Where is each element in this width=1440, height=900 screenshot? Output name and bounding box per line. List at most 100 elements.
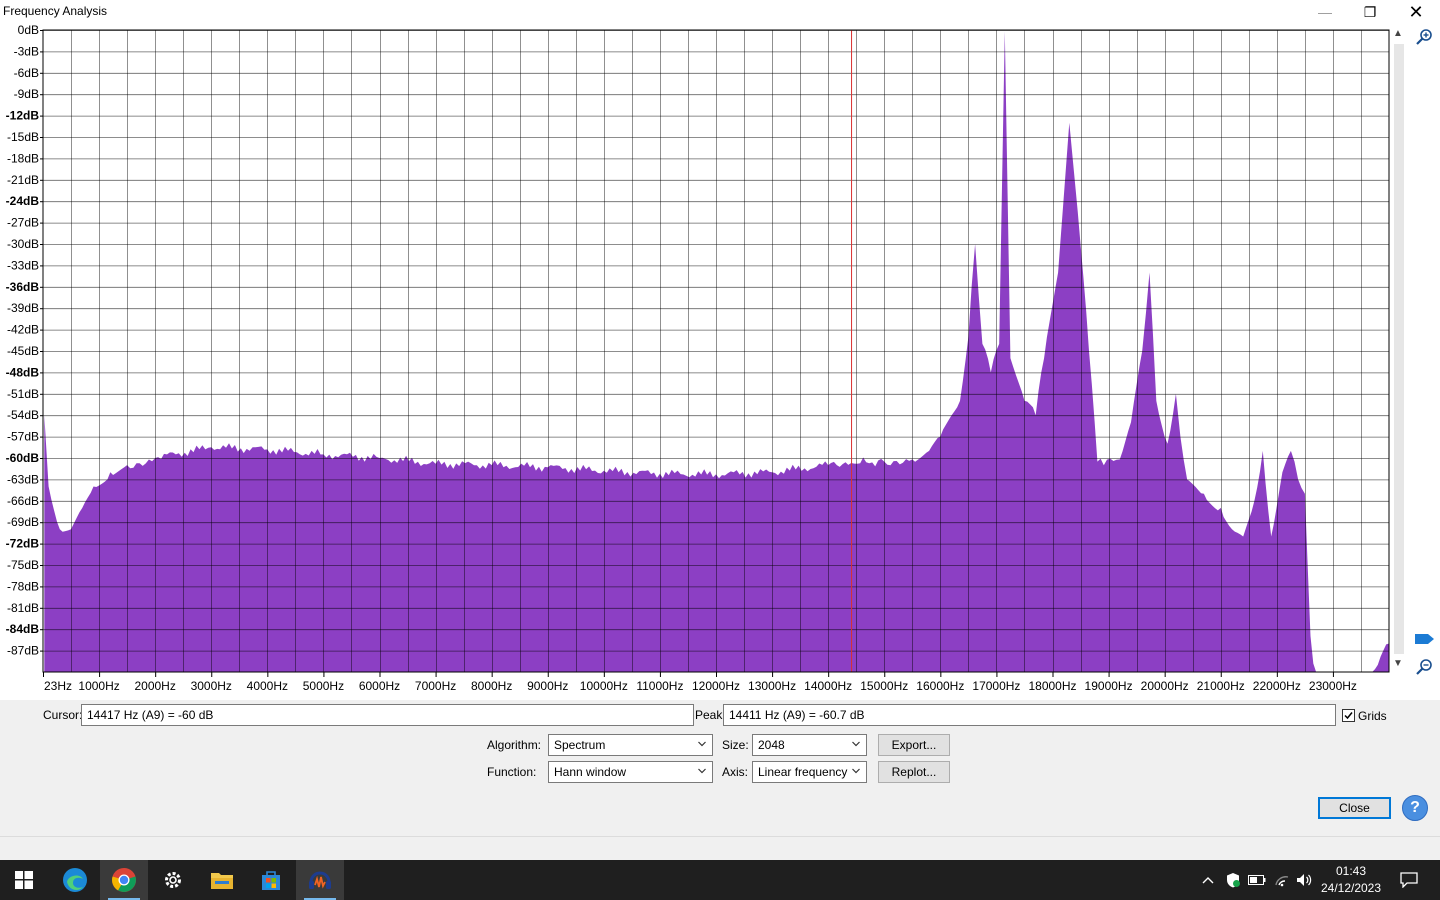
x-tick-label: 21000Hz bbox=[1197, 679, 1245, 693]
battery-tray-button[interactable] bbox=[1246, 860, 1268, 900]
file-explorer-icon bbox=[211, 873, 233, 889]
grids-checkbox[interactable] bbox=[1342, 709, 1355, 722]
y-tick-label: -87dB bbox=[7, 644, 39, 658]
checkmark-icon bbox=[1344, 712, 1353, 720]
y-tick-label: -24dB bbox=[6, 194, 40, 208]
zoom-in-icon[interactable] bbox=[1415, 28, 1433, 46]
x-tick-label: 18000Hz bbox=[1028, 679, 1076, 693]
x-tick-label: 16000Hz bbox=[916, 679, 964, 693]
algorithm-select[interactable]: Spectrum bbox=[548, 734, 713, 756]
size-select[interactable]: 2048 bbox=[752, 734, 867, 756]
x-tick-label: 12000Hz bbox=[692, 679, 740, 693]
y-tick-label: 0dB bbox=[18, 24, 39, 37]
y-tick-label: -33dB bbox=[7, 258, 39, 272]
axis-label: Axis: bbox=[722, 765, 749, 779]
shield-icon bbox=[1227, 873, 1240, 888]
cursor-readout-field[interactable]: 14417 Hz (A9) = -60 dB bbox=[81, 704, 694, 726]
y-tick-label: -42dB bbox=[7, 323, 39, 337]
x-tick-label: 20000Hz bbox=[1141, 679, 1189, 693]
x-tick-label: 15000Hz bbox=[860, 679, 908, 693]
y-tick-label: -75dB bbox=[7, 558, 39, 572]
store-icon bbox=[262, 871, 280, 890]
size-label: Size: bbox=[722, 738, 749, 752]
taskbar: 01:43 24/12/2023 bbox=[0, 860, 1440, 900]
y-tick-label: -9dB bbox=[14, 87, 39, 101]
y-tick-label: -57dB bbox=[7, 430, 39, 444]
function-label: Function: bbox=[487, 765, 537, 779]
close-window-button[interactable]: ✕ bbox=[1393, 0, 1439, 24]
defender-tray-button[interactable] bbox=[1222, 860, 1244, 900]
y-tick-label: -60dB bbox=[6, 451, 40, 465]
x-tick-label: 11000Hz bbox=[636, 679, 683, 693]
y-tick-label: -78dB bbox=[7, 579, 39, 593]
y-tick-label: -66dB bbox=[7, 494, 39, 508]
grids-label: Grids bbox=[1358, 709, 1387, 723]
maximize-button[interactable]: ❐ bbox=[1347, 0, 1393, 24]
battery-icon bbox=[1248, 875, 1266, 885]
chevron-down-icon bbox=[852, 768, 860, 774]
y-tick-label: -51dB bbox=[7, 387, 39, 401]
scrollbar-track[interactable] bbox=[1394, 44, 1404, 654]
spectrum-chart[interactable]: 0dB -3dB -6dB -9dB -12dB -15dB -18dB -21dB -24dB… bbox=[0, 24, 1440, 700]
x-tick-label: 5000Hz bbox=[303, 679, 344, 693]
y-tick-label: -3dB bbox=[14, 44, 39, 58]
y-tick-label: -30dB bbox=[7, 237, 39, 251]
notifications-button[interactable] bbox=[1394, 860, 1424, 900]
show-hidden-icons-button[interactable] bbox=[1198, 860, 1218, 900]
x-tick-label: 14000Hz bbox=[804, 679, 852, 693]
chevron-down-icon bbox=[698, 741, 706, 747]
chevron-up-icon bbox=[1202, 877, 1214, 884]
function-select[interactable]: Hann window bbox=[548, 761, 713, 783]
store-taskbar-button[interactable] bbox=[247, 860, 295, 900]
edge-taskbar-button[interactable] bbox=[51, 860, 99, 900]
vertical-scrollbar[interactable]: ▲ ▼ bbox=[1390, 24, 1408, 674]
chrome-icon bbox=[112, 868, 136, 892]
axis-select[interactable]: Linear frequency bbox=[752, 761, 867, 783]
minimize-button[interactable]: — bbox=[1302, 0, 1348, 24]
scroll-up-arrow-icon[interactable]: ▲ bbox=[1393, 28, 1403, 39]
help-icon[interactable]: ? bbox=[1402, 795, 1428, 821]
file-explorer-taskbar-button[interactable] bbox=[198, 860, 246, 900]
start-button[interactable] bbox=[0, 860, 48, 900]
x-tick-label: 22000Hz bbox=[1253, 679, 1301, 693]
x-tick-label: 9000Hz bbox=[527, 679, 568, 693]
x-tick-label: 4000Hz bbox=[247, 679, 288, 693]
y-tick-label: -54dB bbox=[7, 408, 39, 422]
status-bar bbox=[0, 836, 1440, 860]
scroll-down-arrow-icon[interactable]: ▼ bbox=[1393, 658, 1403, 669]
chevron-down-icon bbox=[698, 768, 706, 774]
x-tick-label: 2000Hz bbox=[134, 679, 175, 693]
audacity-taskbar-button[interactable] bbox=[296, 860, 344, 900]
y-tick-label: -63dB bbox=[7, 472, 39, 486]
cursor-label: Cursor: bbox=[43, 708, 83, 722]
chrome-taskbar-button[interactable] bbox=[100, 860, 148, 900]
y-tick-label: -12dB bbox=[6, 109, 40, 123]
x-tick-label: 17000Hz bbox=[972, 679, 1020, 693]
x-tick-label: 13000Hz bbox=[748, 679, 796, 693]
peak-readout-field[interactable]: 14411 Hz (A9) = -60.7 dB bbox=[723, 704, 1336, 726]
algorithm-label: Algorithm: bbox=[487, 738, 542, 752]
replot-button[interactable]: Replot... bbox=[878, 761, 950, 783]
export-button[interactable]: Export... bbox=[878, 734, 950, 756]
x-tick-label: 3000Hz bbox=[191, 679, 232, 693]
spectrum-plot-area: 0dB -3dB -6dB -9dB -12dB -15dB -18dB -21dB -24dB… bbox=[0, 24, 1440, 700]
x-tick-label: 8000Hz bbox=[471, 679, 512, 693]
x-tick-label: 1000Hz bbox=[78, 679, 119, 693]
title-bar: Frequency Analysis — ❐ ✕ bbox=[0, 0, 1440, 24]
close-button[interactable]: Close bbox=[1318, 797, 1391, 819]
y-tick-label: -36dB bbox=[6, 280, 40, 294]
wifi-icon bbox=[1275, 876, 1289, 887]
zoom-out-icon[interactable] bbox=[1415, 658, 1433, 676]
settings-icon bbox=[165, 872, 181, 888]
algorithm-select-value: Spectrum bbox=[554, 738, 606, 752]
size-select-value: 2048 bbox=[758, 738, 785, 752]
volume-tray-button[interactable] bbox=[1294, 860, 1316, 900]
clock[interactable]: 01:43 24/12/2023 bbox=[1318, 863, 1384, 897]
edge-icon bbox=[63, 868, 87, 892]
settings-taskbar-button[interactable] bbox=[149, 860, 197, 900]
network-tray-button[interactable] bbox=[1271, 860, 1293, 900]
clock-time: 01:43 bbox=[1335, 864, 1367, 878]
zoom-slider-thumb-icon[interactable] bbox=[1415, 633, 1435, 645]
chevron-down-icon bbox=[852, 741, 860, 747]
clock-date: 24/12/2023 bbox=[1320, 881, 1382, 895]
